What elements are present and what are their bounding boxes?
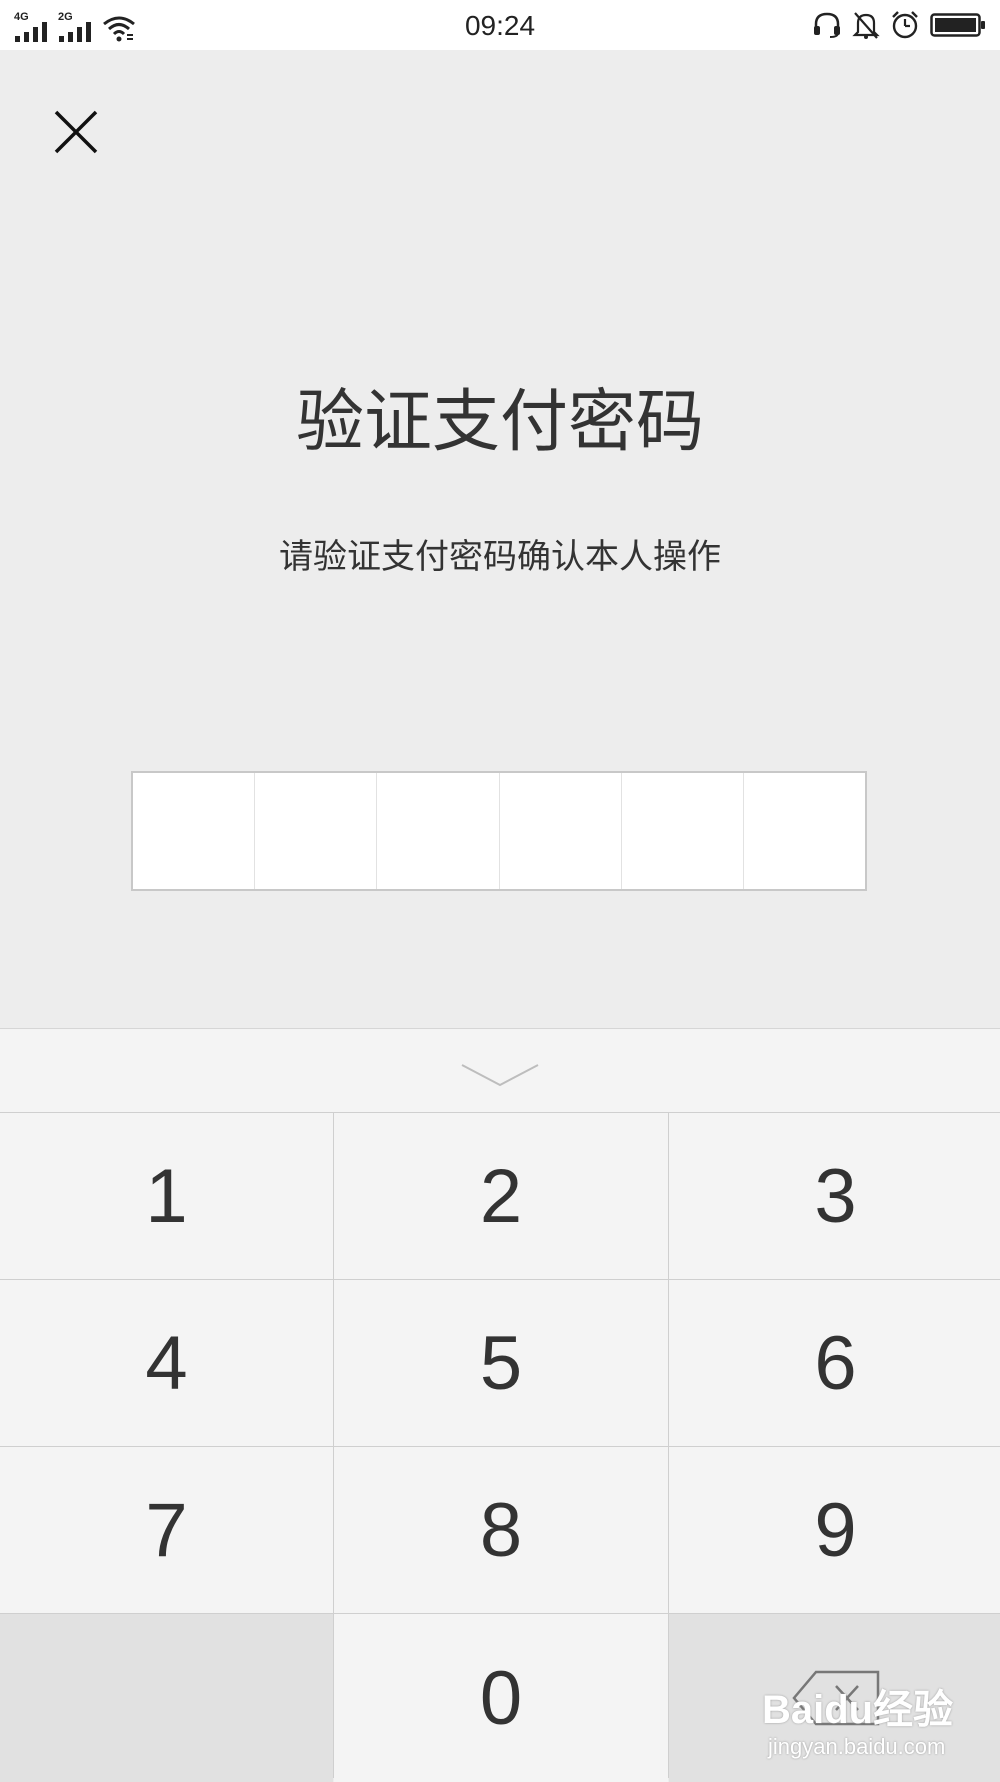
key-delete[interactable]: [669, 1614, 1000, 1782]
pin-digit-box: [744, 773, 865, 889]
backspace-icon: [792, 1670, 880, 1726]
close-button[interactable]: [54, 110, 114, 170]
status-right: [812, 9, 986, 41]
key-8[interactable]: 8: [334, 1447, 668, 1613]
pin-digit-box: [377, 773, 500, 889]
key-0[interactable]: 0: [334, 1614, 668, 1782]
key-3[interactable]: 3: [669, 1113, 1000, 1279]
key-2[interactable]: 2: [334, 1113, 668, 1279]
key-5[interactable]: 5: [334, 1280, 668, 1446]
headset-icon: [814, 12, 840, 38]
close-icon: [54, 110, 98, 154]
page-title: 验证支付密码: [295, 383, 704, 462]
pin-digit-box: [622, 773, 744, 889]
key-9[interactable]: 9: [669, 1447, 1000, 1613]
battery-icon: [930, 13, 985, 37]
key-7[interactable]: 7: [0, 1447, 333, 1613]
key-1[interactable]: 1: [0, 1113, 333, 1279]
key-empty: [0, 1614, 333, 1782]
pin-input[interactable]: [131, 771, 867, 891]
status-bar: 4G 2G 09:24: [0, 0, 1000, 50]
page-subtitle: 请验证支付密码确认本人操作: [279, 537, 721, 577]
pin-digit-box: [500, 773, 622, 889]
pin-digit-box: [133, 773, 256, 889]
alarm-icon: [892, 11, 918, 39]
key-4[interactable]: 4: [0, 1280, 333, 1446]
chevron-down-icon: [461, 1064, 539, 1087]
pin-digit-box: [255, 773, 378, 889]
numeric-keypad: 1 2 3 4 5 6 7 8 9 0: [0, 1112, 1000, 1782]
keypad-collapse-button[interactable]: [0, 1028, 1000, 1112]
bell-muted-icon: [852, 12, 880, 39]
key-6[interactable]: 6: [669, 1280, 1000, 1446]
